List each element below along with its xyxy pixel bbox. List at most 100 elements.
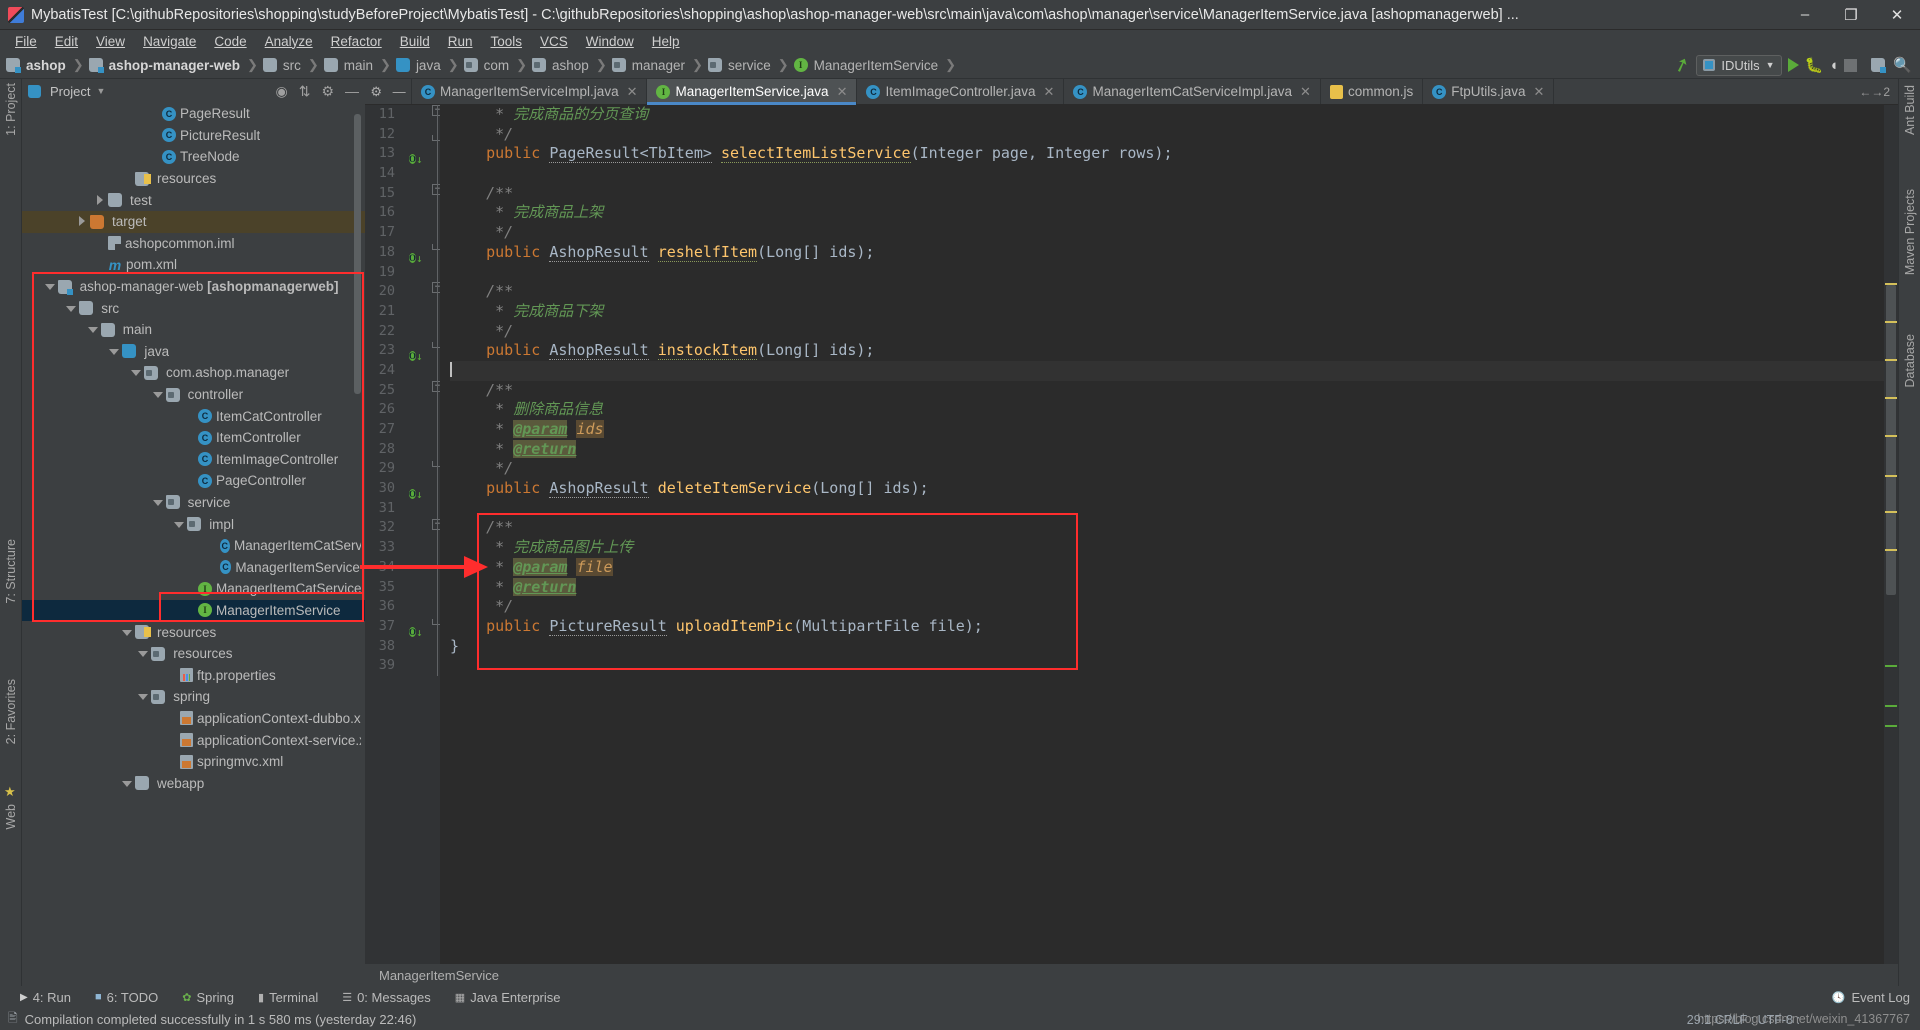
code-line[interactable]: */	[450, 459, 1898, 479]
menu-view[interactable]: View	[87, 32, 134, 51]
code-line[interactable]: public AshopResult reshelfItem(Long[] id…	[450, 242, 1898, 263]
expand-arrow-icon[interactable]	[65, 303, 77, 314]
code-line[interactable]: * 完成商品的分页查询	[450, 105, 1898, 125]
expand-arrow-icon[interactable]	[137, 648, 149, 659]
menu-tools[interactable]: Tools	[482, 32, 532, 51]
expand-arrow-icon[interactable]	[137, 691, 149, 702]
gutter-line[interactable]: 19	[365, 263, 440, 283]
expand-arrow-icon[interactable]	[130, 367, 141, 378]
tree-node[interactable]: C ItemController	[22, 427, 365, 449]
code-line[interactable]: */	[450, 223, 1898, 243]
breadcrumb-item-ashop-manager-web[interactable]: ashop-manager-web	[107, 58, 242, 73]
close-button[interactable]: ✕	[1874, 0, 1920, 30]
tree-node[interactable]: src	[22, 297, 365, 319]
close-icon[interactable]: ✕	[1044, 84, 1055, 100]
menu-edit[interactable]: Edit	[46, 32, 87, 51]
tree-node[interactable]: java	[22, 341, 365, 363]
menu-vcs[interactable]: VCS	[531, 32, 577, 51]
tool-button-web[interactable]: Web	[4, 804, 18, 829]
close-icon[interactable]: ✕	[627, 84, 638, 100]
tool-button-ant-build[interactable]: Ant Build	[1903, 85, 1917, 135]
breadcrumb-item-com[interactable]: com	[482, 58, 512, 73]
tree-node[interactable]: I ManagerItemService	[22, 599, 365, 622]
expand-arrow-icon[interactable]	[44, 281, 55, 292]
code-line[interactable]: * @param file	[450, 557, 1898, 578]
tab-overflow-indicator[interactable]: ←→2	[1851, 79, 1898, 104]
tree-node[interactable]: CManagerItemServiceImpl	[22, 556, 365, 578]
code-line[interactable]: public PictureResult uploadItemPic(Multi…	[450, 616, 1898, 637]
tool-button-favorites[interactable]: 2: Favorites	[4, 679, 18, 744]
expand-arrow-icon[interactable]	[121, 627, 132, 638]
tool-button-todo[interactable]: ■ 6: TODO	[83, 990, 170, 1005]
code-line[interactable]: /**	[450, 184, 1898, 204]
tree-node[interactable]: test	[22, 189, 365, 211]
menu-refactor[interactable]: Refactor	[322, 32, 391, 51]
tab-common-js[interactable]: common.js	[1320, 79, 1424, 104]
code-line[interactable]	[450, 499, 1898, 519]
gutter-line[interactable]: 23 O ↓	[365, 341, 440, 362]
update-project-icon[interactable]: ➚	[1671, 51, 1694, 78]
code-line[interactable]: }	[450, 637, 1898, 657]
hide-icon[interactable]: —	[345, 83, 359, 99]
tab-itemimagecontroller[interactable]: C ItemImageController.java ✕	[857, 79, 1065, 104]
settings-gear-icon[interactable]: ⚙	[370, 84, 382, 100]
gutter-line[interactable]: 31	[365, 499, 440, 519]
menu-window[interactable]: Window	[577, 32, 643, 51]
gutter-line[interactable]: 13 O ↓	[365, 144, 440, 165]
gutter-line[interactable]: 38	[365, 637, 440, 657]
tree-node[interactable]: C ItemImageController	[22, 449, 365, 471]
breadcrumb-item-manageritemservice[interactable]: ManagerItemService	[812, 58, 941, 73]
run-coverage-button[interactable]: ◖	[1829, 57, 1838, 74]
breadcrumb-item-src[interactable]: src	[281, 58, 303, 73]
gutter-line[interactable]: 12	[365, 125, 440, 145]
tree-node[interactable]: C PageController	[22, 470, 365, 492]
code-line[interactable]	[450, 656, 1898, 676]
close-icon[interactable]: ✕	[837, 84, 848, 100]
code-line[interactable]: public AshopResult instockItem(Long[] id…	[450, 341, 1898, 361]
tool-button-maven-projects[interactable]: Maven Projects	[1903, 189, 1917, 275]
tree-node[interactable]: CManagerItemCatServiceImpl	[22, 535, 365, 557]
tab-manageritemservice[interactable]: I ManagerItemService.java ✕	[647, 79, 858, 105]
tree-node[interactable]: resources	[22, 168, 365, 190]
tree-node[interactable]: controller	[22, 384, 365, 406]
menu-analyze[interactable]: Analyze	[256, 32, 322, 51]
ok-marker[interactable]	[1885, 665, 1897, 667]
tree-node[interactable]: C PageResult	[22, 103, 365, 125]
code-line[interactable]: * @return	[450, 577, 1898, 598]
warning-marker[interactable]	[1885, 283, 1897, 285]
expand-arrow-icon[interactable]	[173, 519, 185, 530]
minimize-button[interactable]: –	[1782, 0, 1828, 30]
gutter-line[interactable]: 20	[365, 282, 440, 302]
tree-node[interactable]: spring	[22, 686, 365, 708]
collapse-arrow-icon[interactable]	[94, 194, 105, 206]
tree-node[interactable]: m pom.xml	[22, 254, 365, 276]
code-line[interactable]: public AshopResult deleteItemService(Lon…	[450, 479, 1898, 499]
gutter-line[interactable]: 14	[365, 164, 440, 184]
gutter-line[interactable]: 35	[365, 578, 440, 598]
tool-button-terminal[interactable]: ▮ Terminal	[246, 990, 330, 1005]
code-line[interactable]: /**	[450, 518, 1898, 538]
tool-button-database[interactable]: Database	[1903, 334, 1917, 388]
menu-build[interactable]: Build	[391, 32, 439, 51]
tree-node[interactable]: resources	[22, 621, 365, 643]
breadcrumb-item-java[interactable]: java	[414, 58, 443, 73]
code-editor[interactable]: 11 12 13 O ↓ 14 15 16 17 18 O ↓ 19 20 21 22 23 O ↓ 24 25 26 27…	[365, 105, 1898, 986]
menu-code[interactable]: Code	[205, 32, 255, 51]
event-log-button[interactable]: 🕓 Event Log	[1832, 990, 1920, 1005]
tab-ftputils[interactable]: C FtpUtils.java ✕	[1423, 79, 1555, 104]
gutter-line[interactable]: 39	[365, 656, 440, 676]
tab-manageritemcatserviceimpl[interactable]: C ManagerItemCatServiceImpl.java ✕	[1064, 79, 1321, 104]
tree-node[interactable]: I ManagerItemCatService	[22, 578, 365, 600]
gutter-line[interactable]: 27	[365, 420, 440, 440]
tree-node[interactable]: resources	[22, 643, 365, 665]
gutter-line[interactable]: 36	[365, 597, 440, 617]
gutter-line[interactable]: 17	[365, 223, 440, 243]
tree-node[interactable]: applicationContext-dubbo.xml	[22, 708, 365, 730]
hide-editor-icon[interactable]: —	[393, 84, 406, 99]
tree-node[interactable]: main	[22, 319, 365, 341]
gutter-line[interactable]: 37 O ↓	[365, 617, 440, 638]
project-tree-scrollbar[interactable]	[354, 114, 361, 394]
code-line[interactable]: * @param ids	[450, 420, 1898, 440]
search-everywhere-button[interactable]: 🔍	[1893, 56, 1912, 74]
warning-marker[interactable]	[1885, 549, 1897, 551]
